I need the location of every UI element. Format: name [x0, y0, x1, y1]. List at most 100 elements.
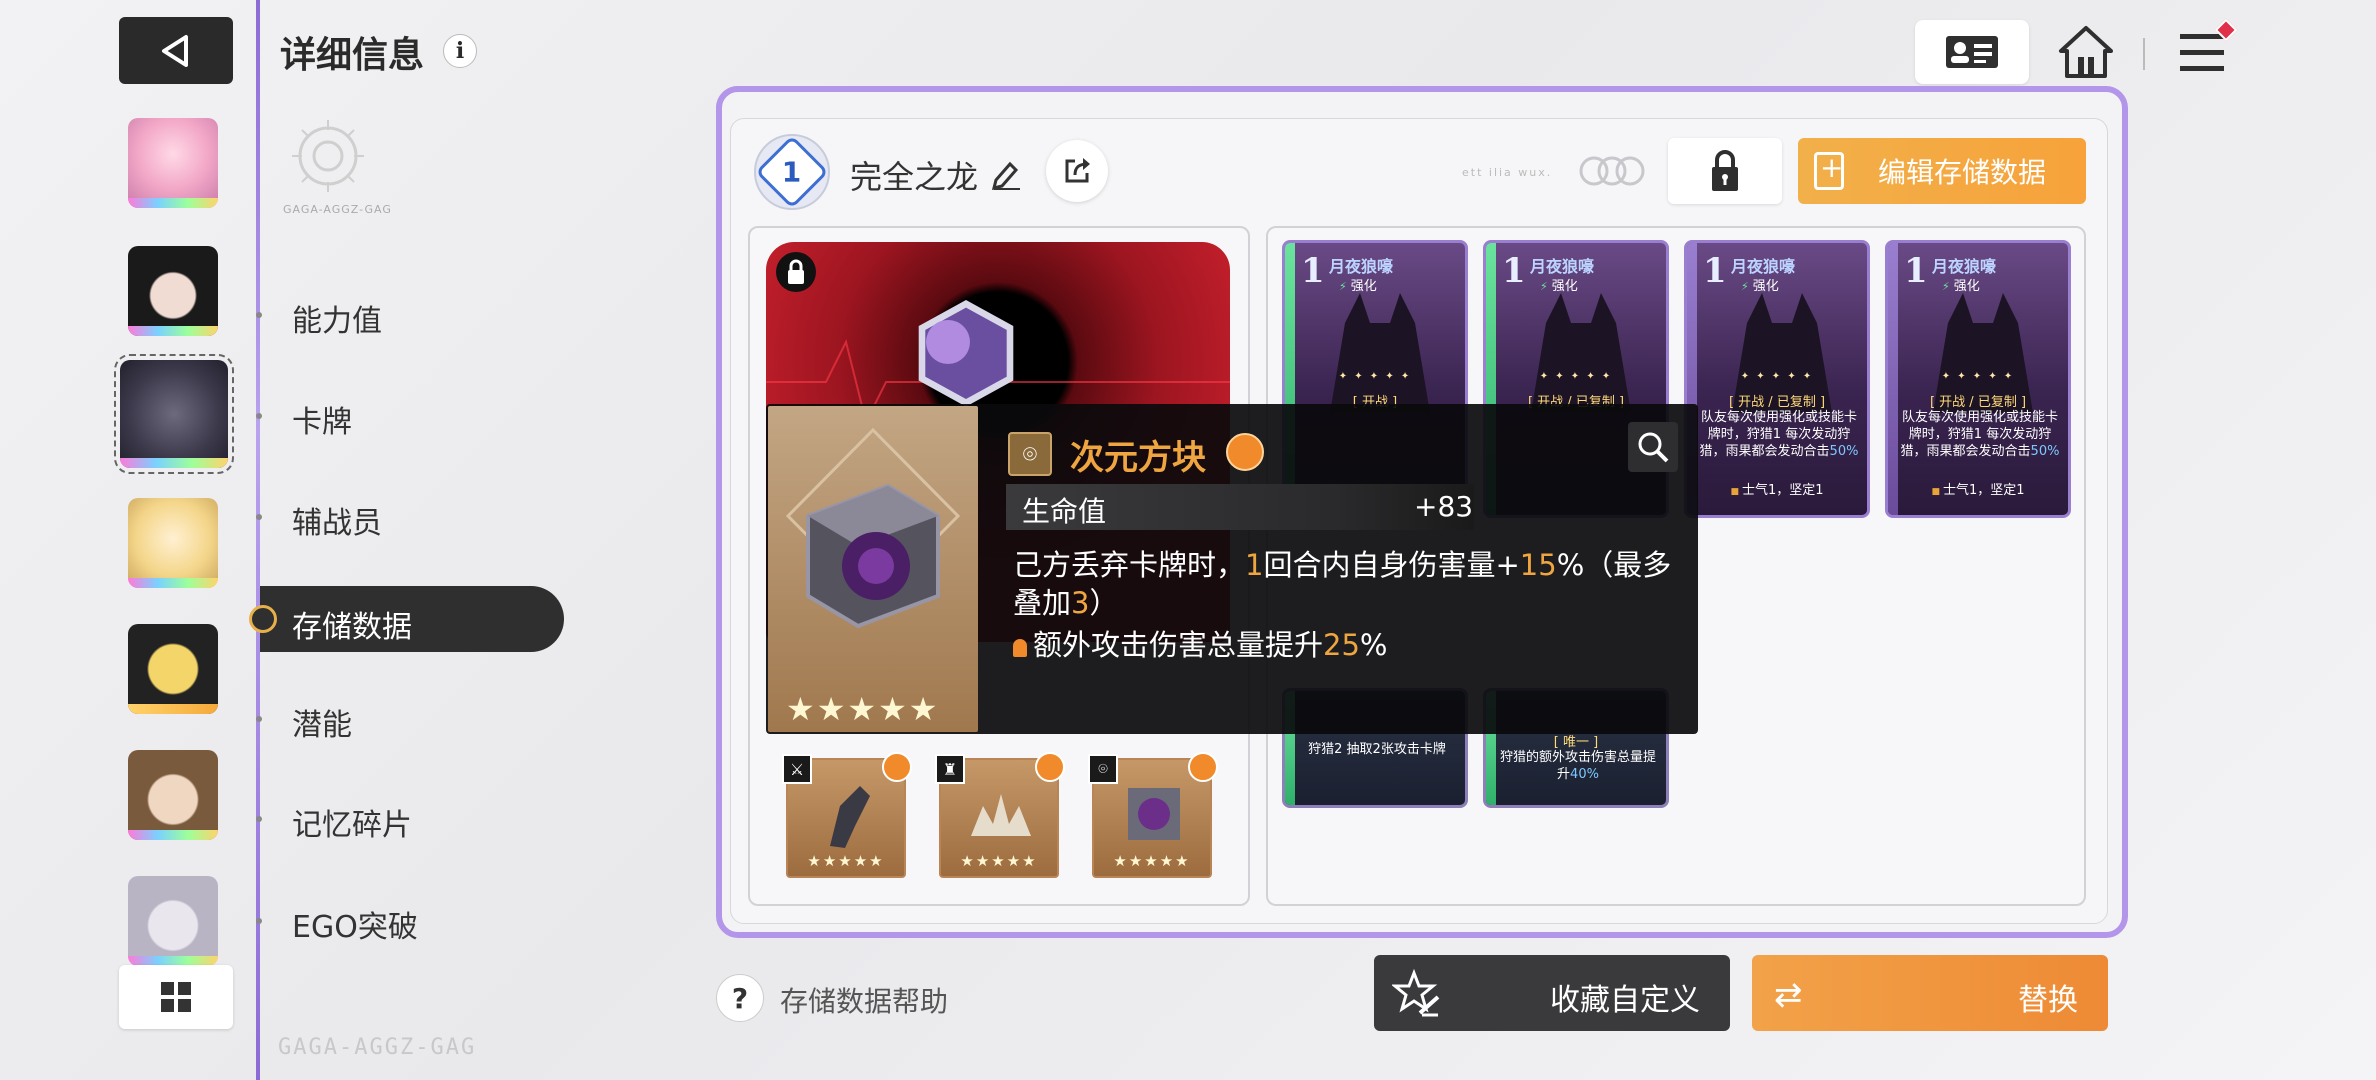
edit-storage-label: 编辑存储数据	[1878, 156, 2047, 189]
card-stars: ✦ ✦ ✦ ✦ ✦	[1338, 371, 1412, 382]
deck-name: 完全之龙	[850, 158, 979, 196]
emblem-icon	[292, 120, 364, 192]
home-icon	[2059, 26, 2113, 78]
equip-slot-armor[interactable]: ♜ ★★★★★	[935, 752, 1065, 878]
equip-stars: ★★★★★	[807, 852, 885, 870]
deck-number-badge: 1	[754, 134, 830, 210]
nav-dot	[256, 816, 262, 822]
tooltip-description-2: 额外攻击伤害总量提升25%	[1013, 622, 1387, 664]
collect-custom-button[interactable]: 收藏自定义	[1374, 955, 1730, 1031]
deck-card-4[interactable]: 1 月夜狼嚎 强化 ✦ ✦ ✦ ✦ ✦ [ 开战 / 已复制 ] 队友每次使用强…	[1885, 240, 2071, 518]
character-portrait-6[interactable]	[128, 750, 218, 840]
nav-item-ego[interactable]: EGO突破	[292, 902, 418, 946]
rings-icon	[1579, 156, 1645, 186]
card-cost: 1	[1502, 251, 1526, 291]
grid-view-button[interactable]	[119, 965, 233, 1029]
card-type: 强化	[1339, 275, 1377, 294]
decorative-text: ett ilia wux.	[1462, 166, 1553, 179]
grid-icon	[161, 982, 191, 1012]
armor-icon: ♜	[935, 754, 965, 784]
card-cost: 1	[1904, 251, 1928, 291]
active-indicator	[249, 605, 277, 633]
nav-item-cards[interactable]: 卡牌	[292, 397, 352, 441]
card-desc: 狩猎2 抽取2张攻击卡牌	[1308, 742, 1446, 757]
helmet-badge-icon	[1188, 752, 1218, 782]
card-type: 强化	[1540, 275, 1578, 294]
home-button[interactable]	[2056, 22, 2116, 82]
card-tag: [ 开战 / 已复制 ]	[1929, 395, 2027, 410]
id-card-icon	[1946, 36, 1998, 68]
deck-card-3[interactable]: 1 月夜狼嚎 强化 ✦ ✦ ✦ ✦ ✦ [ 开战 / 已复制 ] 队友每次使用强…	[1684, 240, 1870, 518]
page-title: 详细信息	[280, 35, 425, 76]
help-icon[interactable]: ?	[716, 974, 764, 1022]
back-arrow-icon	[162, 34, 188, 67]
back-button[interactable]	[119, 17, 233, 84]
tooltip-stars: ★★★★★	[786, 690, 940, 728]
tooltip-helmet-icon	[1226, 433, 1264, 471]
star-edit-icon	[1392, 969, 1440, 1017]
crown-art	[971, 794, 1031, 836]
equip-slot-accessory[interactable]: ⌾ ★★★★★	[1088, 752, 1218, 878]
card-desc: 狩猎的额外攻击伤害总量提升40%	[1499, 750, 1656, 782]
card-foot: 士气1，坚定1	[1888, 479, 2068, 498]
deck-number: 1	[782, 155, 802, 189]
lock-button[interactable]	[1668, 138, 1782, 204]
ring-icon: ⌾	[1088, 754, 1118, 784]
separator	[2143, 38, 2145, 70]
pencil-icon[interactable]	[990, 158, 1022, 190]
equip-slot-weapon[interactable]: ⚔ ★★★★★	[782, 752, 912, 878]
help-link[interactable]: 存储数据帮助	[780, 980, 948, 1020]
nav-item-storage-label: 存储数据	[292, 610, 412, 645]
tooltip-item-name: 次元方块	[1070, 438, 1206, 478]
card-name: 月夜狼嚎	[1530, 257, 1595, 276]
edit-doc-icon	[1814, 151, 1844, 190]
tooltip-stat-value: +83	[1414, 490, 1474, 523]
card-stars: ✦ ✦ ✦ ✦ ✦	[1941, 371, 2015, 382]
equip-stars: ★★★★★	[1113, 852, 1191, 870]
replace-label: 替换	[2018, 983, 2078, 1018]
search-icon	[1638, 432, 1669, 463]
nav-item-memory[interactable]: 记忆碎片	[292, 800, 412, 844]
tooltip-stat-label: 生命值	[1022, 495, 1107, 528]
lock-icon	[1712, 150, 1738, 191]
sword-icon: ⚔	[782, 754, 812, 784]
card-tag: [ 开战 / 已复制 ]	[1728, 395, 1826, 410]
card-desc: 队友每次使用强化或技能卡牌时，狩猎1 每次发动狩猎，雨果都会发动合击50%	[1699, 410, 1859, 459]
tooltip-search-button[interactable]	[1628, 422, 1678, 472]
nav-dot	[256, 312, 262, 318]
helmet-badge-icon	[1035, 752, 1065, 782]
card-name: 月夜狼嚎	[1932, 257, 1997, 276]
card-stars: ✦ ✦ ✦ ✦ ✦	[1740, 371, 1814, 382]
swap-icon: ⇄	[1774, 975, 1803, 1015]
replace-button[interactable]: ⇄ 替换	[1752, 955, 2108, 1031]
cube-art	[1128, 788, 1180, 840]
character-lock-icon[interactable]	[776, 252, 816, 292]
info-icon[interactable]: i	[443, 34, 477, 68]
character-portrait-1[interactable]	[128, 118, 218, 208]
gauntlet-art	[830, 786, 870, 848]
profile-card-button[interactable]	[1915, 20, 2029, 84]
character-portrait-7[interactable]	[128, 876, 218, 966]
emblem-caption: GAGA-AGGZ-GAG	[283, 203, 392, 216]
nav-dot	[256, 918, 262, 924]
nav-dot	[256, 514, 262, 520]
helmet-icon	[1013, 639, 1027, 657]
character-portrait-3-selected[interactable]	[114, 354, 234, 474]
character-portrait-2[interactable]	[128, 246, 218, 336]
card-name: 月夜狼嚎	[1731, 257, 1796, 276]
character-portrait-5[interactable]	[128, 624, 218, 714]
tooltip-description: 己方丢弃卡牌时，1回合内自身伤害量+15%（最多叠加3）	[1013, 548, 1672, 620]
nav-item-potential[interactable]: 潜能	[292, 700, 352, 744]
helmet-badge-icon	[882, 752, 912, 782]
nav-item-support[interactable]: 辅战员	[292, 498, 382, 542]
character-portrait-4[interactable]	[128, 498, 218, 588]
nav-item-stats[interactable]: 能力值	[292, 296, 382, 340]
card-desc: 队友每次使用强化或技能卡牌时，狩猎1 每次发动狩猎，雨果都会发动合击50%	[1900, 410, 2060, 459]
card-name: 月夜狼嚎	[1329, 257, 1394, 276]
edit-storage-button[interactable]: 编辑存储数据	[1798, 138, 2086, 204]
collect-custom-label: 收藏自定义	[1550, 983, 1700, 1018]
tooltip-item-art	[768, 406, 978, 732]
card-cost: 1	[1301, 251, 1325, 291]
share-button[interactable]	[1046, 140, 1108, 202]
card-type: 强化	[1942, 275, 1980, 294]
